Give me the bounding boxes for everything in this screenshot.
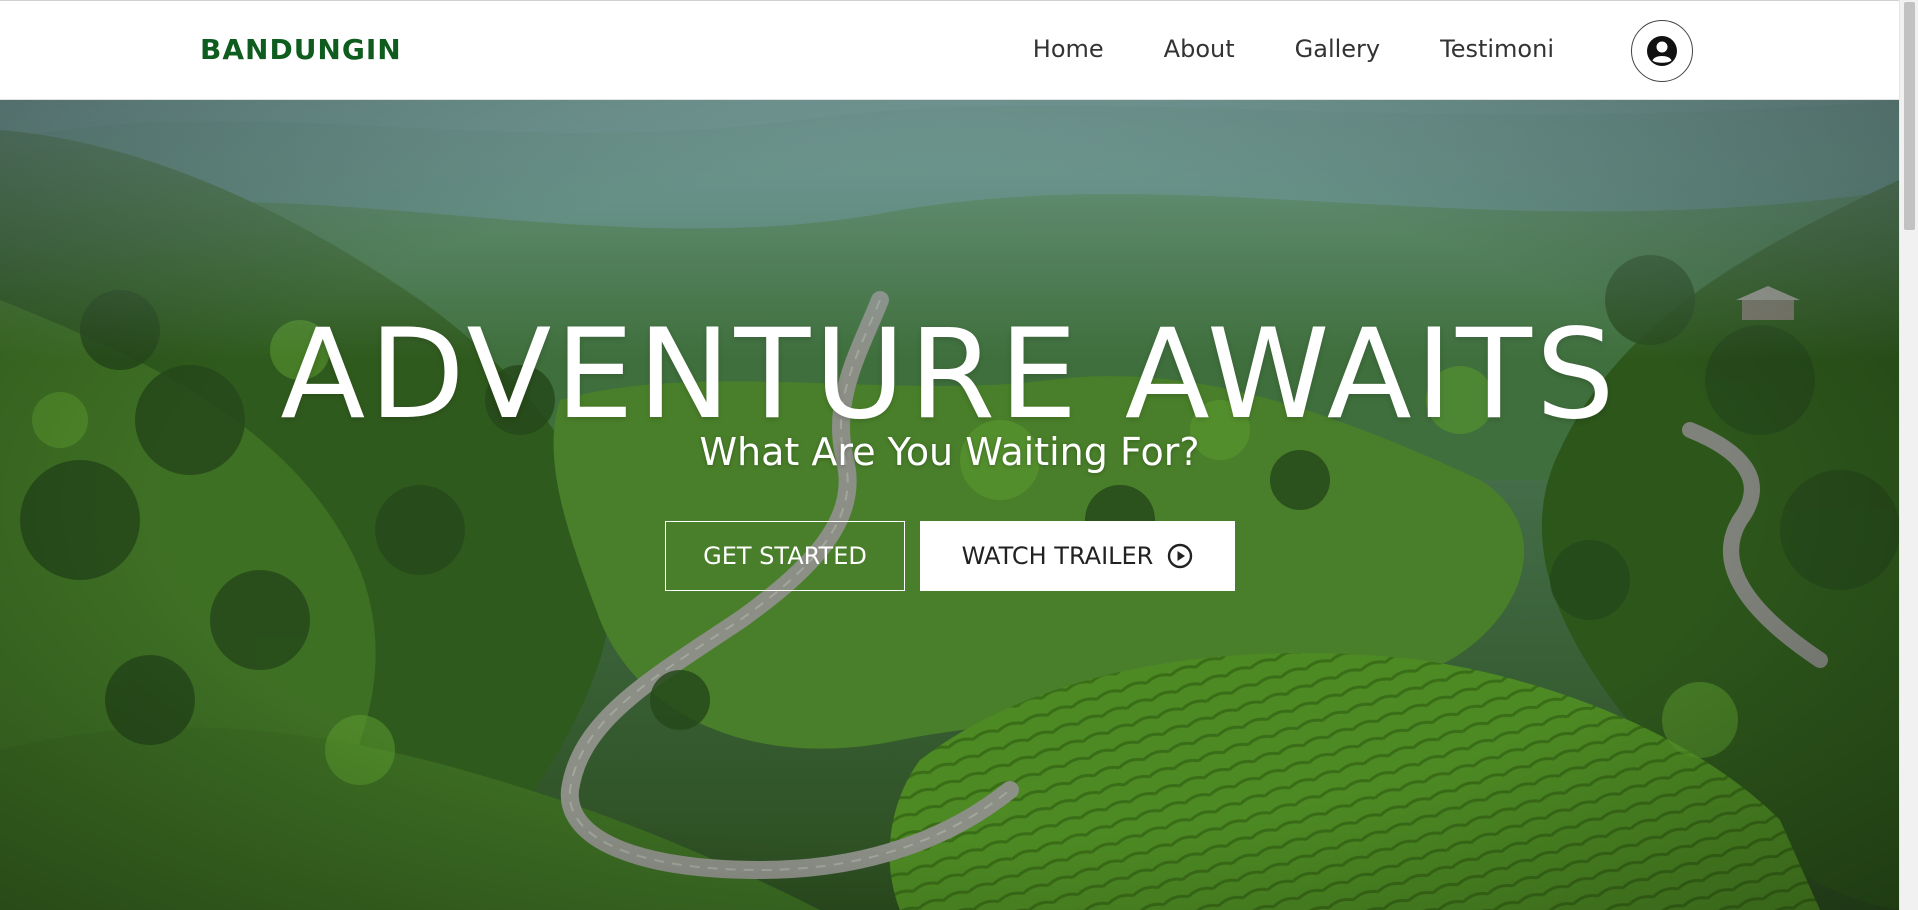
nav-links: Home About Gallery Testimoni (973, 35, 1554, 63)
nav-item-testimoni[interactable]: Testimoni (1440, 35, 1554, 63)
scrollbar-thumb[interactable] (1904, 2, 1915, 230)
brand-logo[interactable]: BANDUNGIN (200, 33, 402, 66)
hero-section: ADVENTURE AWAITS What Are You Waiting Fo… (0, 100, 1899, 910)
nav-item-home[interactable]: Home (1033, 35, 1104, 63)
get-started-label: GET STARTED (703, 542, 867, 570)
user-circle-icon (1647, 36, 1677, 66)
play-circle-icon (1168, 543, 1193, 569)
watch-trailer-label: WATCH TRAILER (961, 542, 1154, 570)
hero-background-image (0, 100, 1899, 910)
hero-subtitle: What Are You Waiting For? (699, 430, 1200, 474)
page-scrollbar[interactable] (1899, 0, 1918, 910)
profile-button[interactable] (1631, 20, 1693, 82)
hero-title: ADVENTURE AWAITS (280, 303, 1619, 448)
nav-item-gallery[interactable]: Gallery (1295, 35, 1380, 63)
nav-item-about[interactable]: About (1164, 35, 1235, 63)
page: BANDUNGIN Home About Gallery Testimoni A… (0, 0, 1918, 910)
navbar: BANDUNGIN Home About Gallery Testimoni (0, 0, 1899, 100)
get-started-button[interactable]: GET STARTED (665, 521, 905, 591)
hero-actions: GET STARTED WATCH TRAILER (665, 521, 1235, 591)
watch-trailer-button[interactable]: WATCH TRAILER (920, 521, 1235, 591)
